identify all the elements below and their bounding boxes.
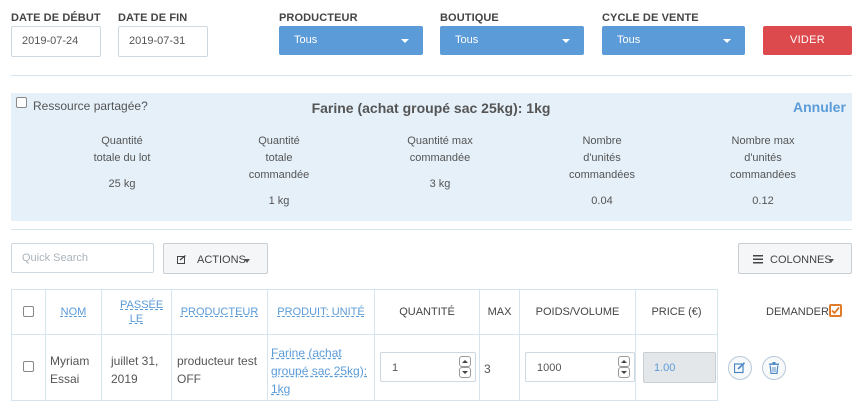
- cell-producteur: producteur test OFF: [172, 335, 268, 401]
- boutique-label: BOUTIQUE: [440, 12, 499, 24]
- divider: [11, 75, 852, 76]
- stat-label: Nombre d'unités commandées: [568, 135, 636, 181]
- chevron-down-icon: [401, 39, 409, 43]
- producteur-dropdown[interactable]: Tous: [279, 26, 423, 55]
- stat-label: Quantité totale commandée: [248, 135, 310, 181]
- date-fin-label: DATE DE FIN: [118, 12, 188, 24]
- producteur-selected: Tous: [294, 34, 318, 46]
- date-debut-label: DATE DE DÉBUT: [11, 12, 101, 24]
- stat-value: 3 kg: [429, 178, 451, 190]
- price-input: 1.00: [643, 352, 716, 383]
- stat-quantite-max-commandee: Quantité max commandée 3 kg: [380, 133, 500, 190]
- header-poids-volume: POIDS/VOLUME: [520, 289, 636, 335]
- annuler-link[interactable]: Annuler: [793, 99, 846, 115]
- cycle-selected: Tous: [617, 34, 641, 46]
- stat-value: 25 kg: [108, 178, 136, 190]
- edit-square-icon: [177, 255, 186, 264]
- quantite-input[interactable]: 1: [380, 352, 476, 382]
- cell-max: 3: [480, 335, 520, 401]
- producteur-label: PRODUCTEUR: [279, 12, 358, 24]
- date-fin-input[interactable]: 2019-07-31: [118, 26, 208, 57]
- poids-value: 1000: [537, 362, 562, 374]
- header-producteur[interactable]: PRODUCTEUR: [172, 289, 268, 335]
- shared-resource-label: Ressource partagée?: [33, 99, 148, 113]
- chevron-down-icon: [562, 39, 570, 43]
- columns-button[interactable]: COLONNES: [738, 243, 852, 274]
- edit-row-button[interactable]: [728, 356, 752, 380]
- header-demander: DEMANDER?: [766, 306, 836, 318]
- boutique-selected: Tous: [455, 34, 479, 46]
- columns-label: COLONNES: [770, 254, 832, 266]
- actions-button[interactable]: ACTIONS: [163, 243, 268, 274]
- select-all-checkbox[interactable]: [23, 306, 34, 317]
- header-produit-unite[interactable]: PRODUIT: UNITÉ: [268, 289, 375, 335]
- cell-poids-volume: 1000: [520, 335, 636, 401]
- stat-nombre-max-unites-commandees: Nombre max d'unités commandées 0.12: [703, 133, 823, 207]
- cell-passee-le: juillet 31, 2019: [102, 335, 172, 401]
- header-nom[interactable]: NOM: [46, 289, 102, 335]
- header-passee-le[interactable]: PASSÉE LE: [102, 289, 172, 335]
- poids-input[interactable]: 1000: [525, 352, 635, 382]
- stat-nombre-unites-commandees: Nombre d'unités commandées 0.04: [542, 133, 662, 207]
- cell-price: 1.00: [636, 335, 718, 401]
- stat-label: Nombre max d'unités commandées: [729, 135, 797, 181]
- quick-search[interactable]: [11, 243, 154, 273]
- header-select-cell: [11, 289, 46, 335]
- stat-quantite-totale-lot: Quantité totale du lot 25 kg: [62, 133, 182, 190]
- stat-value: 1 kg: [268, 195, 290, 207]
- caret-down-icon: [244, 259, 250, 263]
- chevron-down-icon: [723, 39, 731, 43]
- stat-label: Quantité totale du lot: [93, 135, 151, 164]
- panel-title: Farine (achat groupé sac 25kg): 1kg: [311, 100, 551, 116]
- stat-quantite-totale-commandee: Quantité totale commandée 1 kg: [219, 133, 339, 207]
- date-debut-input[interactable]: 2019-07-24: [11, 26, 101, 57]
- stat-value: 0.12: [752, 195, 774, 207]
- list-icon: [753, 255, 763, 264]
- cell-nom: Myriam Essai: [46, 335, 102, 401]
- vider-button[interactable]: VIDER: [763, 26, 852, 55]
- cycle-dropdown[interactable]: Tous: [602, 26, 745, 55]
- boutique-dropdown[interactable]: Tous: [440, 26, 584, 55]
- header-price: PRICE (€): [636, 289, 718, 335]
- row-select-cell: [11, 335, 46, 401]
- stepper-up-icon[interactable]: [618, 356, 630, 367]
- divider: [11, 229, 852, 230]
- cell-produit: Farine (achat groupé sac 25kg): 1kg: [268, 335, 375, 401]
- cycle-label: CYCLE DE VENTE: [602, 12, 699, 24]
- demander-checkbox[interactable]: [829, 304, 842, 317]
- header-max: MAX: [480, 289, 520, 335]
- stat-label: Quantité max commandée: [407, 135, 473, 164]
- delete-row-button[interactable]: [762, 356, 786, 380]
- trash-icon: [769, 362, 779, 374]
- row-checkbox[interactable]: [23, 361, 34, 372]
- produit-link[interactable]: Farine (achat groupé sac 25kg): 1kg: [271, 346, 367, 396]
- stat-value: 0.04: [591, 195, 613, 207]
- stepper-down-icon[interactable]: [459, 367, 471, 378]
- shared-resource-checkbox[interactable]: [16, 97, 27, 108]
- quantite-value: 1: [392, 362, 399, 374]
- header-quantite: QUANTITÉ: [375, 289, 480, 335]
- cell-quantite: 1: [375, 335, 480, 401]
- quick-search-input[interactable]: [12, 244, 153, 272]
- caret-down-icon: [828, 259, 834, 263]
- stepper-down-icon[interactable]: [618, 367, 630, 378]
- poids-stepper[interactable]: [618, 356, 630, 378]
- check-icon: [831, 306, 840, 315]
- actions-label: ACTIONS: [197, 254, 246, 266]
- stepper-up-icon[interactable]: [459, 356, 471, 367]
- edit-icon: [734, 362, 746, 374]
- quantite-stepper[interactable]: [459, 356, 471, 378]
